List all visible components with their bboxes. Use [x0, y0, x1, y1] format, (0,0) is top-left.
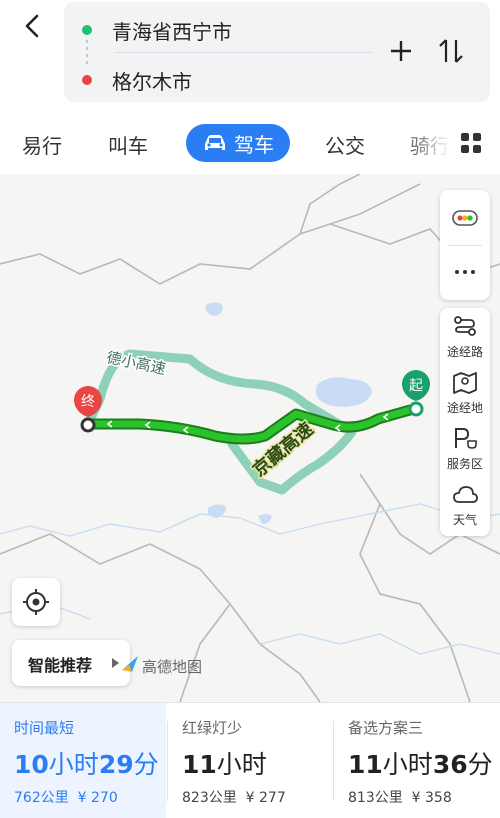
tab-bus[interactable]: 公交: [325, 130, 365, 159]
add-waypoint-button[interactable]: [386, 36, 416, 66]
tab-fade-overlay: [400, 118, 450, 170]
brand-watermark: 高德地图: [122, 656, 203, 677]
end-dot-icon: [82, 75, 92, 85]
tab-drive[interactable]: 驾车: [186, 124, 290, 162]
route-meta: 762公里 ¥ 270: [14, 790, 118, 806]
weather-button[interactable]: 天气: [440, 476, 490, 532]
river: [259, 633, 500, 655]
route-header: 青海省西宁市 格尔木市: [0, 0, 500, 112]
start-marker-label: 起: [409, 378, 423, 394]
plus-icon: [391, 41, 411, 61]
via-place-button[interactable]: 途经地: [440, 364, 490, 420]
route-meta: 823公里 ¥ 277: [182, 790, 286, 806]
more-modes-button[interactable]: [460, 132, 482, 154]
route-tag: 红绿灯少: [182, 719, 243, 737]
route-waypoint-icon: [454, 316, 476, 336]
route-tag: 备选方案三: [348, 719, 424, 737]
back-arrow-icon: [25, 14, 39, 38]
lake: [258, 514, 272, 524]
traffic-toggle-button[interactable]: [440, 190, 490, 244]
map-view[interactable]: 德小高速 京藏高速 起 终 途经路 途经地 服务区 天气 智能推荐 高德地图: [0, 174, 500, 702]
service-area-button[interactable]: 服务区: [440, 420, 490, 476]
route-tag: 时间最短: [14, 719, 75, 737]
route-option-3[interactable]: 备选方案三 11小时36分 813公里 ¥ 358: [334, 703, 500, 818]
crosshair-icon: [23, 589, 49, 615]
map-canvas: 德小高速 京藏高速 起 终: [0, 174, 500, 702]
boundary-line: [299, 174, 361, 235]
service-area-label: 服务区: [446, 457, 483, 471]
swap-icon: [439, 39, 463, 63]
smart-recommend-label: 智能推荐: [28, 656, 93, 675]
transport-mode-tabs: 易行 叫车 驾车 公交 骑行: [0, 118, 500, 170]
tab-taxi[interactable]: 叫车: [108, 130, 148, 159]
start-point-label: 青海省西宁市: [112, 20, 232, 44]
play-arrow-icon: [112, 658, 119, 668]
map-tools-panel-top: [440, 190, 490, 300]
waypoint-road-button[interactable]: 途经路: [440, 308, 490, 364]
locate-me-button[interactable]: [12, 578, 60, 626]
tab-easy-ride[interactable]: 易行: [22, 130, 62, 159]
divider: [114, 52, 372, 53]
brand-name: 高德地图: [142, 658, 203, 676]
boundary-line: [0, 183, 421, 285]
route-option-1[interactable]: 时间最短 10小时29分 762公里 ¥ 270: [0, 703, 166, 818]
route-options: 时间最短 10小时29分 762公里 ¥ 270 红绿灯少 11小时 823公里…: [0, 702, 500, 818]
river: [0, 503, 500, 537]
amap-logo-icon: [122, 656, 138, 672]
boundary-line: [179, 603, 231, 702]
end-marker-label: 终: [81, 394, 95, 410]
smart-recommend-button[interactable]: 智能推荐: [12, 640, 130, 686]
cloud-icon: [453, 486, 478, 503]
route-duration: 10小时29分: [14, 750, 159, 779]
swap-route-button[interactable]: [436, 36, 466, 66]
route-option-2[interactable]: 红绿灯少 11小时 823公里 ¥ 277: [168, 703, 332, 818]
route-input-box: 青海省西宁市 格尔木市: [64, 2, 490, 102]
start-dot-icon: [82, 25, 92, 35]
lake: [315, 377, 372, 407]
via-place-label: 途经地: [446, 401, 483, 415]
map-pin-icon: [453, 372, 477, 394]
car-icon: [205, 135, 225, 150]
grid-icon: [461, 133, 481, 153]
map-tools-panel: 途经路 途经地 服务区 天气: [440, 308, 490, 536]
more-options-button[interactable]: [440, 246, 490, 300]
more-icon: [455, 270, 475, 274]
waypoint-road-label: 途经路: [446, 345, 483, 359]
route-meta: 813公里 ¥ 358: [348, 790, 452, 806]
traffic-light-icon: [452, 210, 478, 226]
tab-drive-label: 驾车: [234, 132, 274, 157]
lake: [205, 302, 223, 316]
end-point-label: 格尔木市: [112, 70, 192, 94]
route-connector: [86, 40, 88, 64]
parking-cafe-icon: [455, 428, 477, 449]
route-duration: 11小时36分: [348, 750, 493, 779]
back-button[interactable]: [14, 8, 50, 44]
weather-label: 天气: [452, 513, 477, 527]
route-duration: 11小时: [182, 750, 267, 779]
